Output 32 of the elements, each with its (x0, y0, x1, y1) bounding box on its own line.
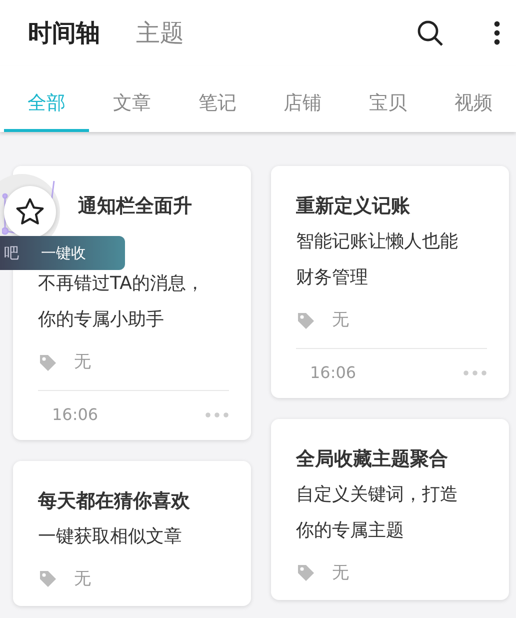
tag-icon (296, 563, 316, 584)
tag-label: 无 (74, 568, 91, 590)
card[interactable]: 重新定义记账 智能记账让懒人也能财务管理 无 16:06 (271, 166, 509, 398)
category-tab[interactable]: 全部 (4, 66, 90, 132)
card-description: 智能记账让懒人也能财务管理 (296, 230, 459, 290)
category-tab[interactable]: 笔记 (174, 66, 260, 132)
card[interactable]: 每天都在猜你喜欢 一键获取相似文章 无 (13, 460, 251, 606)
card-title: 每天都在猜你喜欢 (38, 488, 191, 514)
card-title: 通知栏全面升 (77, 194, 193, 219)
time-label: 16:06 (310, 362, 356, 384)
category-tab[interactable]: 文章 (89, 66, 175, 132)
card-title: 重新定义记账 (296, 194, 411, 219)
card[interactable]: 全局收藏主题聚合 自定义关键词，打造你的专属主题 无 (271, 418, 509, 600)
card-title: 全局收藏主题聚合 (296, 446, 449, 472)
card-description: 自定义关键词，打造你的专属主题 (296, 482, 459, 542)
banner-text: 一键收 (40, 242, 86, 264)
category-tab[interactable]: 宝贝 (345, 66, 431, 132)
header-tab[interactable]: 主题 (136, 15, 184, 51)
category-tab[interactable]: 店铺 (260, 66, 346, 132)
tag-label: 无 (332, 562, 349, 584)
time-label: 16:06 (52, 404, 98, 426)
card-description: 不再错过TA的消息，你的专属小助手 (38, 272, 205, 332)
tag-icon (38, 352, 58, 373)
tag-label: 无 (74, 351, 91, 374)
more-icon[interactable] (494, 21, 500, 45)
header-tab[interactable]: 时间轴 (28, 15, 100, 51)
category-tab[interactable]: 视频 (430, 66, 516, 132)
card-description: 一键获取相似文章 (38, 524, 183, 548)
tag-label: 无 (332, 309, 349, 332)
search-icon[interactable] (416, 19, 444, 47)
tag-icon (38, 569, 58, 590)
tag-icon (296, 310, 316, 331)
